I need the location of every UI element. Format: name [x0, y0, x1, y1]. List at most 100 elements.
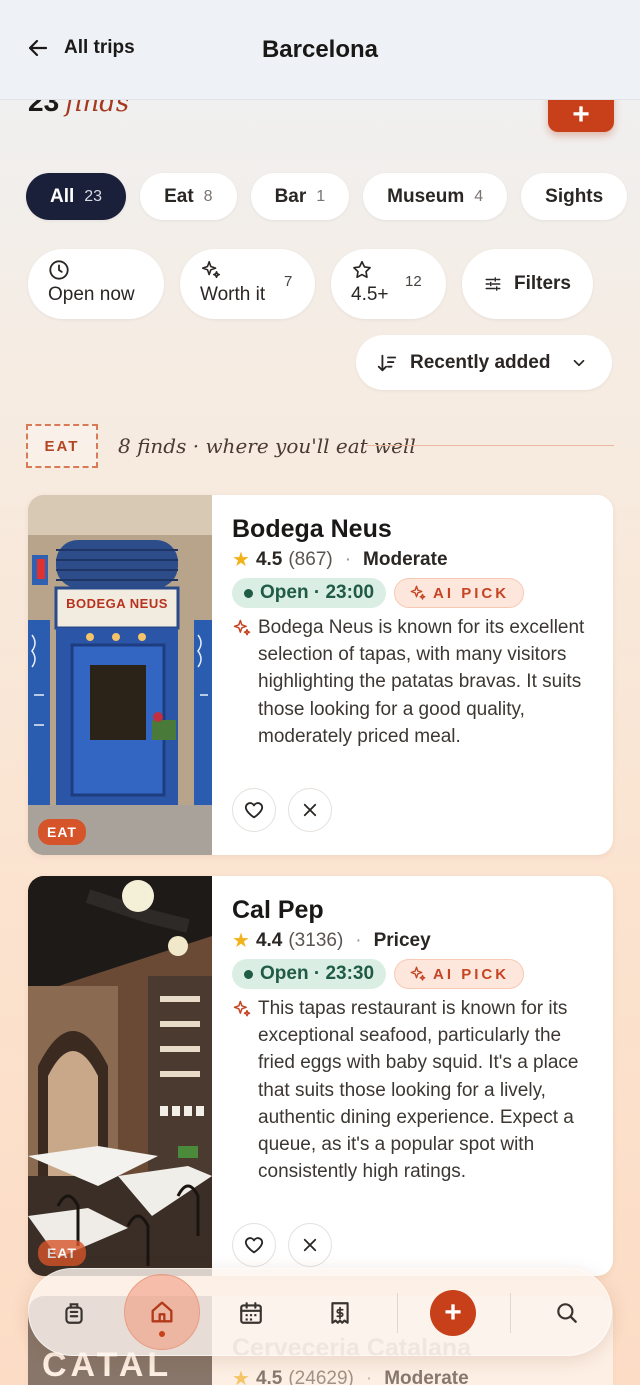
open-status: Open · 23:30 [232, 959, 387, 989]
star-icon: ★ [232, 549, 250, 571]
nav-add-button[interactable]: + [430, 1290, 476, 1336]
sparkle-icon [410, 966, 426, 981]
chip-label: Museum [387, 185, 465, 207]
place-info: Cal Pep ★ 4.4 (3136) · Pricey Open · 23:… [232, 896, 599, 1185]
place-name: Bodega Neus [232, 515, 392, 543]
open-now-label: Open now [48, 284, 135, 305]
chip-count: 8 [203, 187, 213, 205]
sliders-icon [485, 277, 501, 291]
section-subtitle: 8 finds · where you'll eat well [118, 434, 416, 458]
chip-bar[interactable]: Bar 1 [250, 173, 350, 220]
section-header-eat: EAT 8 finds · where you'll eat well [26, 424, 614, 470]
dismiss-button[interactable] [288, 788, 332, 832]
ai-pick-label: AI PICK [433, 965, 510, 983]
place-meta: ★ 4.5 (867) · Moderate [232, 547, 599, 572]
review-count: (3136) [288, 929, 344, 951]
heart-icon [244, 1237, 264, 1254]
page-title: Barcelona [261, 36, 379, 63]
active-indicator [159, 1331, 165, 1337]
chip-sights[interactable]: Sights [521, 173, 628, 220]
place-description: Bodega Neus is known for its excellent s… [232, 614, 599, 750]
place-badges: Open · 23:00 AI PICK [232, 578, 599, 608]
place-meta: ★ 4.4 (3136) · Pricey [232, 928, 599, 953]
ai-pick-label: AI PICK [433, 584, 510, 602]
clock-icon [49, 260, 69, 280]
place-card[interactable]: EAT Cal Pep ★ 4.4 (3136) · Pricey Open ·… [28, 876, 613, 1276]
place-name: Cal Pep [232, 896, 324, 924]
status-dot-icon [244, 588, 253, 598]
ai-pick-badge: AI PICK [394, 578, 525, 608]
price-level: Pricey [373, 929, 431, 951]
bottom-nav: + [28, 1268, 612, 1356]
search-icon [557, 1303, 577, 1323]
review-count: (24629) [288, 1367, 354, 1385]
place-info: Bodega Neus ★ 4.5 (867) · Moderate Open … [232, 515, 599, 750]
sparkle-icon [233, 619, 251, 636]
open-status: Open · 23:00 [232, 578, 387, 608]
chip-label: Bar [274, 185, 307, 207]
plus-icon: + [572, 98, 590, 131]
close-icon [303, 803, 317, 817]
section-divider [366, 445, 614, 446]
place-description: This tapas restaurant is known for its e… [232, 995, 599, 1185]
review-count: (867) [288, 548, 333, 570]
description-text: This tapas restaurant is known for its e… [258, 998, 579, 1183]
place-card[interactable]: BODEGA NEUS EAT Bodega Neus ★ 4.5 (867) … [28, 495, 613, 855]
open-now-filter[interactable]: Open now [28, 249, 164, 319]
sort-icon [377, 354, 397, 371]
rating-filter[interactable]: 4.5+ 12 [331, 249, 446, 319]
star-icon: ★ [232, 930, 250, 952]
worth-it-label: Worth it [200, 284, 266, 305]
nav-trips[interactable] [52, 1291, 96, 1335]
chip-museum[interactable]: Museum 4 [363, 173, 508, 220]
place-rating: 4.5 [255, 1367, 283, 1385]
calendar-icon [240, 1302, 262, 1324]
meta-separator: · [344, 548, 352, 570]
worth-it-count: 7 [284, 273, 293, 290]
chip-label: All [50, 185, 75, 207]
add-icon: + [444, 1296, 462, 1329]
place-badges: Open · 23:30 AI PICK [232, 959, 599, 989]
chip-count: 4 [474, 187, 484, 205]
chip-eat[interactable]: Eat 8 [140, 173, 237, 220]
description-text: Bodega Neus is known for its excellent s… [258, 617, 585, 747]
worth-it-filter[interactable]: Worth it 7 [180, 249, 315, 319]
price-level: Moderate [363, 548, 448, 570]
heart-icon [244, 802, 264, 819]
place-photo: EAT [28, 876, 212, 1276]
dismiss-button[interactable] [288, 1223, 332, 1267]
sparkle-icon [201, 260, 221, 279]
star-icon: ★ [232, 1368, 250, 1385]
sparkle-icon [410, 585, 426, 600]
open-status-text: Open · 23:30 [260, 963, 375, 984]
star-outline-icon [353, 260, 371, 279]
chip-label: Sights [545, 185, 604, 207]
nav-expenses[interactable] [318, 1291, 362, 1335]
ai-pick-badge: AI PICK [394, 959, 525, 989]
section-tag: EAT [26, 424, 98, 468]
rating-label: 4.5+ [351, 284, 389, 305]
place-meta: ★ 4.5 (24629) · Moderate [232, 1366, 599, 1385]
quick-filters: Open now Worth it 7 4.5+ 12 Filters [28, 249, 593, 319]
chip-all[interactable]: All 23 [26, 173, 127, 220]
nav-search[interactable] [545, 1291, 589, 1335]
nav-calendar[interactable] [229, 1291, 273, 1335]
sparkle-icon [233, 1000, 251, 1017]
top-bar: All trips Barcelona [0, 0, 640, 100]
sort-label: Recently added [410, 351, 551, 373]
filters-label: Filters [513, 273, 571, 294]
place-photo: BODEGA NEUS EAT [28, 495, 212, 855]
save-button[interactable] [232, 788, 276, 832]
home-icon [151, 1301, 173, 1323]
chevron-down-icon [574, 359, 585, 366]
nav-divider [397, 1293, 398, 1333]
nav-home[interactable] [124, 1274, 200, 1350]
save-button[interactable] [232, 1223, 276, 1267]
luggage-icon [65, 1303, 83, 1324]
filters-button[interactable]: Filters [462, 249, 593, 319]
sort-dropdown[interactable]: Recently added [356, 335, 612, 390]
meta-separator: · [365, 1367, 373, 1385]
chip-count: 23 [84, 187, 103, 205]
meta-separator: · [355, 929, 362, 951]
sign-text: BODEGA NEUS [66, 596, 168, 611]
